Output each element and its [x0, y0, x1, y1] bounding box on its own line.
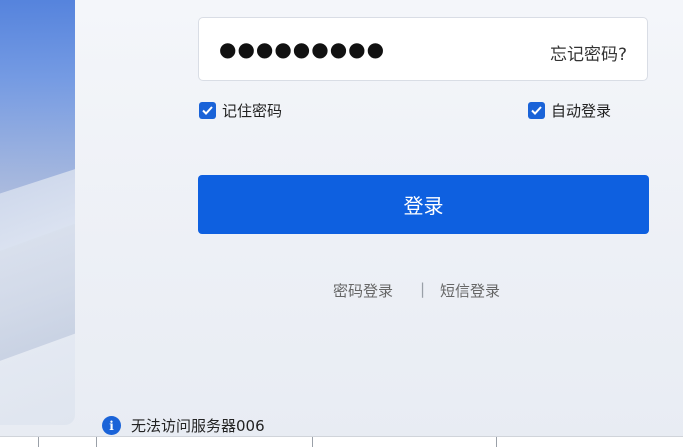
login-dialog: ●●●●●●●●● 忘记密码? 记住密码 自动登录 登录 密码登录 | 短信登录…	[0, 0, 683, 446]
password-field[interactable]: ●●●●●●●●● 忘记密码?	[198, 17, 648, 81]
forgot-password-link[interactable]: 忘记密码?	[550, 40, 627, 65]
status-text: 无法访问服务器006	[131, 417, 265, 435]
illustration-shape	[0, 218, 75, 372]
background-window-strip	[0, 436, 683, 447]
auto-login-checkbox[interactable]: 自动登录	[528, 100, 611, 121]
checkbox-checked-icon[interactable]	[528, 102, 545, 119]
remember-password-label: 记住密码	[222, 102, 283, 120]
info-icon: i	[102, 416, 121, 435]
auto-login-label: 自动登录	[551, 102, 612, 120]
status-message: i 无法访问服务器006	[102, 415, 265, 436]
remember-password-checkbox[interactable]: 记住密码	[199, 100, 282, 121]
password-login-link[interactable]: 密码登录	[333, 280, 393, 301]
password-value[interactable]: ●●●●●●●●●	[219, 37, 385, 61]
illustration-panel	[0, 0, 75, 425]
login-button[interactable]: 登录	[198, 175, 649, 234]
sms-login-link[interactable]: 短信登录	[440, 280, 500, 301]
checkbox-checked-icon[interactable]	[199, 102, 216, 119]
illustration-shape	[0, 0, 75, 200]
mode-separator: |	[420, 280, 426, 298]
